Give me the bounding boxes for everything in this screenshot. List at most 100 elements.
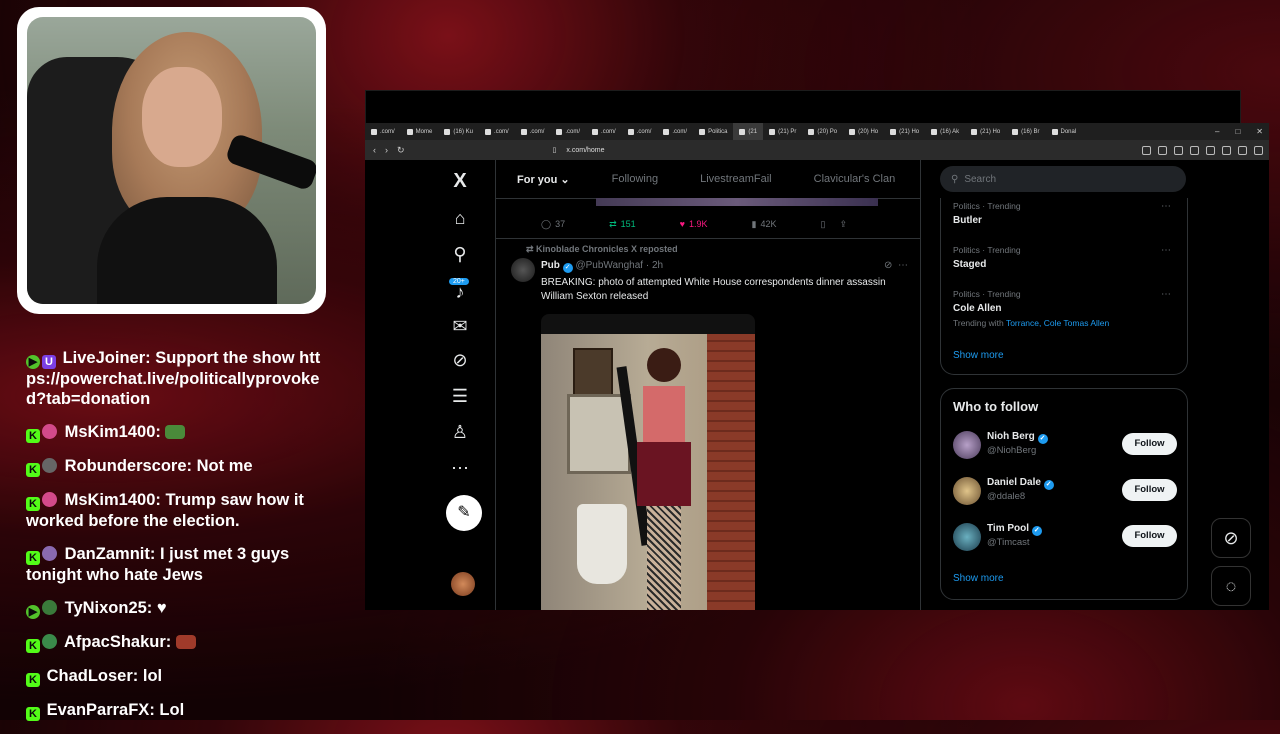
tab-for-you[interactable]: For you ⌄	[496, 173, 591, 186]
repost-button[interactable]: ⇄ 151	[609, 219, 636, 230]
lists-icon[interactable]: ☰	[445, 386, 475, 412]
profile-icon[interactable]: ♙	[445, 422, 475, 448]
browser-window: .com/Mome (16) Ku .com/ .com/ .com/ .com/ .com…	[365, 123, 1269, 610]
browser-tab[interactable]: (21	[733, 123, 764, 140]
avatar[interactable]	[511, 258, 535, 282]
show-more-link[interactable]: Show more	[953, 350, 1004, 361]
browser-tab[interactable]: (16) Br	[1006, 123, 1045, 140]
notifications-icon[interactable]: ♪	[445, 282, 475, 308]
grok-icon[interactable]: ⊘	[445, 350, 475, 376]
browser-tab[interactable]: .com/	[586, 123, 622, 140]
browser-tab[interactable]: .com/	[550, 123, 586, 140]
back-icon[interactable]: ‹	[373, 145, 376, 156]
maximize-icon[interactable]: □	[1235, 127, 1240, 136]
x-logo-icon[interactable]: X	[445, 170, 475, 196]
browser-tab[interactable]: .com/	[657, 123, 693, 140]
follow-button[interactable]: Follow	[1122, 433, 1177, 455]
verified-icon: ✓	[1031, 526, 1042, 536]
browser-tab[interactable]: (21) Ho	[884, 123, 925, 140]
extension-icon[interactable]	[1238, 145, 1247, 155]
show-more-link[interactable]: Show more	[953, 573, 1004, 584]
trend-item[interactable]: Politics · Trending Butler	[953, 201, 1021, 226]
views-button[interactable]: ▮ 42K	[752, 219, 777, 230]
extension-icon[interactable]	[1174, 145, 1183, 155]
browser-tab[interactable]: (21) Pr	[763, 123, 802, 140]
tweet-author-name[interactable]: Pub	[541, 260, 560, 271]
share-button[interactable]: ⇪	[839, 219, 847, 230]
more-icon[interactable]: ⋯	[445, 458, 475, 484]
close-icon[interactable]: ✕	[1256, 127, 1263, 136]
browser-tab[interactable]: .com/	[622, 123, 658, 140]
compose-post-button[interactable]: ✎	[446, 495, 482, 531]
extension-icon[interactable]	[1142, 145, 1151, 155]
play-badge-icon: ▶	[26, 605, 40, 619]
tweet-more-button[interactable]: ⊘ ⋯	[884, 260, 908, 271]
browser-tab[interactable]: Politica	[693, 123, 733, 140]
minimize-icon[interactable]: –	[1215, 127, 1219, 136]
browser-tab[interactable]: (16) Ak	[925, 123, 965, 140]
post-actions: ◯ 37 ⇄ 151 ♥ 1.9K ▮ 42K ▯ ⇪	[496, 210, 920, 239]
follow-suggestion[interactable]: Nioh Berg ✓ @NiohBerg Follow	[953, 429, 1177, 461]
address-bar: ‹ › ↻ ▯ x.com/home	[365, 140, 1269, 160]
browser-tab[interactable]: (20) Ho	[843, 123, 884, 140]
forward-icon[interactable]: ›	[385, 145, 388, 156]
heart-icon: ♥	[679, 219, 686, 229]
extension-icon[interactable]	[1222, 145, 1231, 155]
extension-icon[interactable]	[1206, 145, 1215, 155]
messages-icon[interactable]: ◌	[1211, 566, 1251, 606]
tab-favicon-icon	[520, 128, 527, 135]
tab-livestreamfail[interactable]: LivestreamFail	[679, 173, 793, 185]
grok-icon[interactable]: ⊘	[1211, 518, 1251, 558]
messages-icon[interactable]: ✉	[445, 316, 475, 342]
home-icon[interactable]: ⌂	[445, 208, 475, 234]
browser-tab[interactable]: Donal	[1046, 123, 1083, 140]
avatar[interactable]	[451, 572, 475, 596]
bookmark-button[interactable]: ▯	[821, 219, 826, 230]
tab-clan[interactable]: Clavicular's Clan	[793, 173, 917, 185]
chat-message: ▶ TyNixon25: ♥	[26, 598, 326, 619]
browser-tab-label: (16) Br	[1021, 128, 1040, 135]
follow-suggestion[interactable]: Daniel Dale ✓ @ddale8 Follow	[953, 475, 1177, 507]
tab-following[interactable]: Following	[591, 173, 679, 185]
webcam-video	[27, 17, 316, 304]
trend-item[interactable]: Politics · Trending Staged	[953, 245, 1021, 270]
avatar	[953, 477, 981, 505]
browser-tab[interactable]: (16) Ku	[438, 123, 479, 140]
trend-item[interactable]: Politics · Trending Cole Allen Trending w…	[953, 289, 1109, 328]
browser-tab[interactable]: Mome	[401, 123, 439, 140]
browser-tab[interactable]: (20) Po	[802, 123, 843, 140]
follow-button[interactable]: Follow	[1122, 525, 1177, 547]
reload-icon[interactable]: ↻	[397, 145, 405, 156]
avatar	[953, 431, 981, 459]
more-icon[interactable]: ⋯	[1161, 201, 1171, 212]
kick-badge-icon: K	[26, 551, 40, 565]
browser-tab[interactable]: .com/	[365, 123, 401, 140]
tab-favicon-icon	[556, 128, 563, 135]
who-to-follow-title: Who to follow	[953, 399, 1039, 414]
tweet-time[interactable]: · 2h	[646, 260, 663, 271]
explore-icon[interactable]: ⚲	[445, 244, 475, 270]
browser-tab[interactable]: .com/	[515, 123, 551, 140]
like-button[interactable]: ♥ 1.9K	[680, 219, 708, 229]
follow-suggestion[interactable]: Tim Pool ✓ @Timcast Follow	[953, 521, 1177, 553]
search-input[interactable]: ⚲ Search	[940, 166, 1186, 192]
extension-icon[interactable]	[1190, 145, 1199, 155]
browser-tab-label: .com/	[565, 128, 581, 135]
url-field[interactable]: x.com/home	[566, 147, 604, 154]
verified-icon: ✓	[562, 263, 573, 273]
verified-icon: ✓	[1037, 434, 1048, 444]
browser-tab[interactable]: (21) Ho	[965, 123, 1006, 140]
search-icon: ⚲	[951, 173, 959, 185]
follow-button[interactable]: Follow	[1122, 479, 1177, 501]
menu-icon[interactable]	[1254, 145, 1263, 155]
reply-button[interactable]: ◯ 37	[541, 219, 565, 230]
tweet-handle[interactable]: @PubWanghaf	[575, 260, 643, 271]
bookmark-icon[interactable]: ▯	[553, 146, 557, 154]
extension-icon[interactable]	[1158, 145, 1167, 155]
more-icon[interactable]: ⋯	[1161, 289, 1171, 300]
more-icon[interactable]: ⋯	[1161, 245, 1171, 256]
browser-tab[interactable]: .com/	[479, 123, 515, 140]
tweet-media[interactable]	[541, 314, 755, 610]
kick-badge-icon: K	[26, 497, 40, 511]
browser-tab-label: (21) Pr	[778, 128, 797, 135]
